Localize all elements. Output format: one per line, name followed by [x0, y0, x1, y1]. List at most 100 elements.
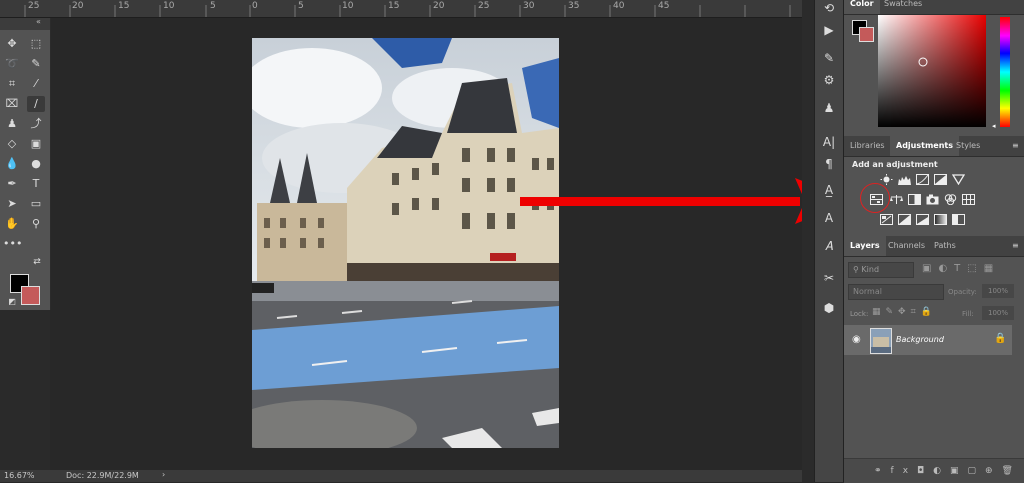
- layers-menu-icon[interactable]: ≡: [1012, 242, 1020, 250]
- path-select-tool-icon[interactable]: ➤: [3, 196, 21, 212]
- annotation-arrow-shaft: [520, 197, 800, 206]
- glyphs-icon[interactable]: A: [819, 210, 839, 226]
- brush-panel-icon[interactable]: ✎: [819, 50, 839, 66]
- pen-tool-icon[interactable]: ✒: [3, 176, 21, 192]
- threshold-icon[interactable]: [916, 214, 929, 225]
- marquee-tool-icon[interactable]: ⬚: [27, 36, 45, 52]
- black-white-icon[interactable]: [908, 194, 921, 205]
- move-tool-icon[interactable]: ✥: [3, 36, 21, 52]
- ruler-ticks: [24, 5, 791, 17]
- color-balance-icon[interactable]: [890, 194, 903, 205]
- dodge-tool-icon[interactable]: ●: [27, 156, 45, 172]
- layer-filter-kind[interactable]: ⚲ Kind: [848, 262, 914, 278]
- hand-tool-icon[interactable]: ✋: [3, 216, 21, 232]
- tab-layers[interactable]: Layers: [844, 236, 886, 256]
- panel-menu-icon[interactable]: ≡: [1012, 142, 1020, 150]
- search-icon: ⚲: [853, 265, 859, 274]
- levels-icon[interactable]: [898, 174, 911, 185]
- blur-tool-icon[interactable]: 💧: [3, 156, 21, 172]
- tab-paths[interactable]: Paths: [928, 236, 962, 256]
- color-picker-field[interactable]: [878, 15, 986, 127]
- gradient-tool-icon[interactable]: ▣: [27, 136, 45, 152]
- opacity-label: Opacity:: [948, 288, 977, 296]
- clone-stamp-tool-icon[interactable]: ♟: [3, 116, 21, 132]
- history-brush-tool-icon[interactable]: ⤴: [27, 116, 45, 132]
- layer-name[interactable]: Background: [896, 335, 944, 344]
- paragraph-icon[interactable]: ¶: [819, 156, 839, 172]
- quick-select-tool-icon[interactable]: ✎: [27, 56, 45, 72]
- hue-slider-handle[interactable]: ◂: [992, 122, 996, 130]
- brightness-contrast-icon[interactable]: [880, 174, 893, 185]
- exposure-icon[interactable]: [934, 174, 947, 185]
- character-styles-icon[interactable]: A̲: [819, 182, 839, 198]
- layer-row-background[interactable]: ◉ Background 🔒: [844, 325, 1012, 355]
- panel-background-swatch[interactable]: [859, 27, 874, 42]
- vibrance-icon[interactable]: [952, 174, 965, 185]
- tab-color[interactable]: Color: [844, 0, 880, 14]
- swap-colors-icon[interactable]: ⇄: [28, 254, 46, 270]
- fill-label: Fill:: [962, 310, 974, 318]
- status-menu-arrow-icon[interactable]: ›: [162, 470, 165, 479]
- color-lookup-icon[interactable]: [962, 194, 975, 205]
- 3d-cube-icon[interactable]: ⬢: [819, 300, 839, 316]
- tab-swatches[interactable]: Swatches: [878, 0, 928, 14]
- color-panel-header: Color Swatches: [844, 0, 1024, 15]
- zoom-level[interactable]: 16.67%: [4, 471, 35, 480]
- tools-3d-icon[interactable]: ✂: [819, 270, 839, 286]
- actions-play-icon[interactable]: ▶: [819, 22, 839, 38]
- kind-label: Kind: [861, 265, 880, 274]
- selective-color-icon[interactable]: [952, 214, 965, 225]
- collapsed-panels-strip: ⟲ ▶ ✎ ⚙ ♟ A| ¶ A̲ A 𝐴 ✂ ⬢: [814, 0, 844, 482]
- more-tools-icon[interactable]: •••: [3, 236, 22, 252]
- tab-styles[interactable]: Styles: [950, 136, 986, 156]
- canvas-left-margin: [0, 310, 50, 470]
- gradient-map-icon[interactable]: [934, 214, 947, 225]
- type-tool-icon[interactable]: T: [27, 176, 45, 192]
- blend-mode-value: Normal: [853, 287, 882, 296]
- crop-tool-icon[interactable]: ⌗: [3, 76, 21, 92]
- adjustments-panel-header: Libraries Adjustments Styles ≡: [844, 136, 1024, 157]
- clone-source-icon[interactable]: ♟: [819, 100, 839, 116]
- photo-filter-icon[interactable]: [926, 194, 939, 205]
- layers-panel-header: Layers Channels Paths ≡: [844, 236, 1024, 257]
- collapse-icon[interactable]: «: [36, 17, 41, 26]
- channel-mixer-icon[interactable]: [944, 194, 957, 205]
- layer-thumbnail: [870, 328, 892, 354]
- lock-icons[interactable]: ▦✎✥⌗🔒: [872, 307, 937, 317]
- eyedropper-tool-icon[interactable]: ⁄: [27, 76, 45, 92]
- history-icon[interactable]: ⟲: [819, 0, 839, 16]
- healing-brush-tool-icon[interactable]: ⌧: [3, 96, 21, 112]
- horizontal-ruler: 25 20 15 10 5 0 5 10 15 20 25 30 35 40 4…: [0, 0, 802, 18]
- brush-settings-icon[interactable]: ⚙: [819, 72, 839, 88]
- highlight-circle: [860, 183, 890, 213]
- character-icon[interactable]: A|: [819, 134, 839, 150]
- lock-label: Lock:: [850, 310, 869, 318]
- visibility-eye-icon[interactable]: ◉: [852, 334, 861, 345]
- opacity-input[interactable]: 100%: [982, 284, 1014, 298]
- tools-panel: « ✥ ⬚ ➰ ✎ ⌗ ⁄ ⌧ ∕ ♟ ⤴ ◇ ▣ 💧 ● ✒ T ➤ ▭ ✋ …: [0, 17, 51, 322]
- invert-icon[interactable]: [880, 214, 893, 225]
- layer-filter-icons[interactable]: ▣◐T⬚▦: [922, 263, 1000, 274]
- document-image[interactable]: [252, 38, 559, 448]
- blend-mode-select[interactable]: Normal: [848, 284, 944, 300]
- rectangle-tool-icon[interactable]: ▭: [27, 196, 45, 212]
- brush-tool-icon[interactable]: ∕: [27, 96, 45, 112]
- tab-libraries[interactable]: Libraries: [844, 136, 891, 156]
- paragraph-styles-icon[interactable]: 𝐴: [819, 238, 839, 254]
- layers-footer: ⚭fx◘◐▣▢⊕🗑: [844, 458, 1024, 483]
- eraser-tool-icon[interactable]: ◇: [3, 136, 21, 152]
- add-adjustment-heading: Add an adjustment: [852, 160, 938, 169]
- tab-channels[interactable]: Channels: [882, 236, 931, 256]
- background-color-swatch[interactable]: [21, 286, 40, 305]
- toolbar-grip[interactable]: «: [0, 17, 50, 30]
- hue-slider[interactable]: [1000, 17, 1012, 127]
- fill-input[interactable]: 100%: [982, 306, 1014, 320]
- tab-adjustments[interactable]: Adjustments: [890, 136, 959, 156]
- curves-icon[interactable]: [916, 174, 929, 185]
- status-bar: 16.67% Doc: 22.9M/22.9M ›: [0, 470, 802, 482]
- zoom-tool-icon[interactable]: ⚲: [27, 216, 45, 232]
- lock-icon[interactable]: 🔒: [994, 333, 1006, 344]
- posterize-icon[interactable]: [898, 214, 911, 225]
- layer-footer-icons[interactable]: ⚭fx◘◐▣▢⊕🗑: [874, 466, 1022, 476]
- lasso-tool-icon[interactable]: ➰: [3, 56, 21, 72]
